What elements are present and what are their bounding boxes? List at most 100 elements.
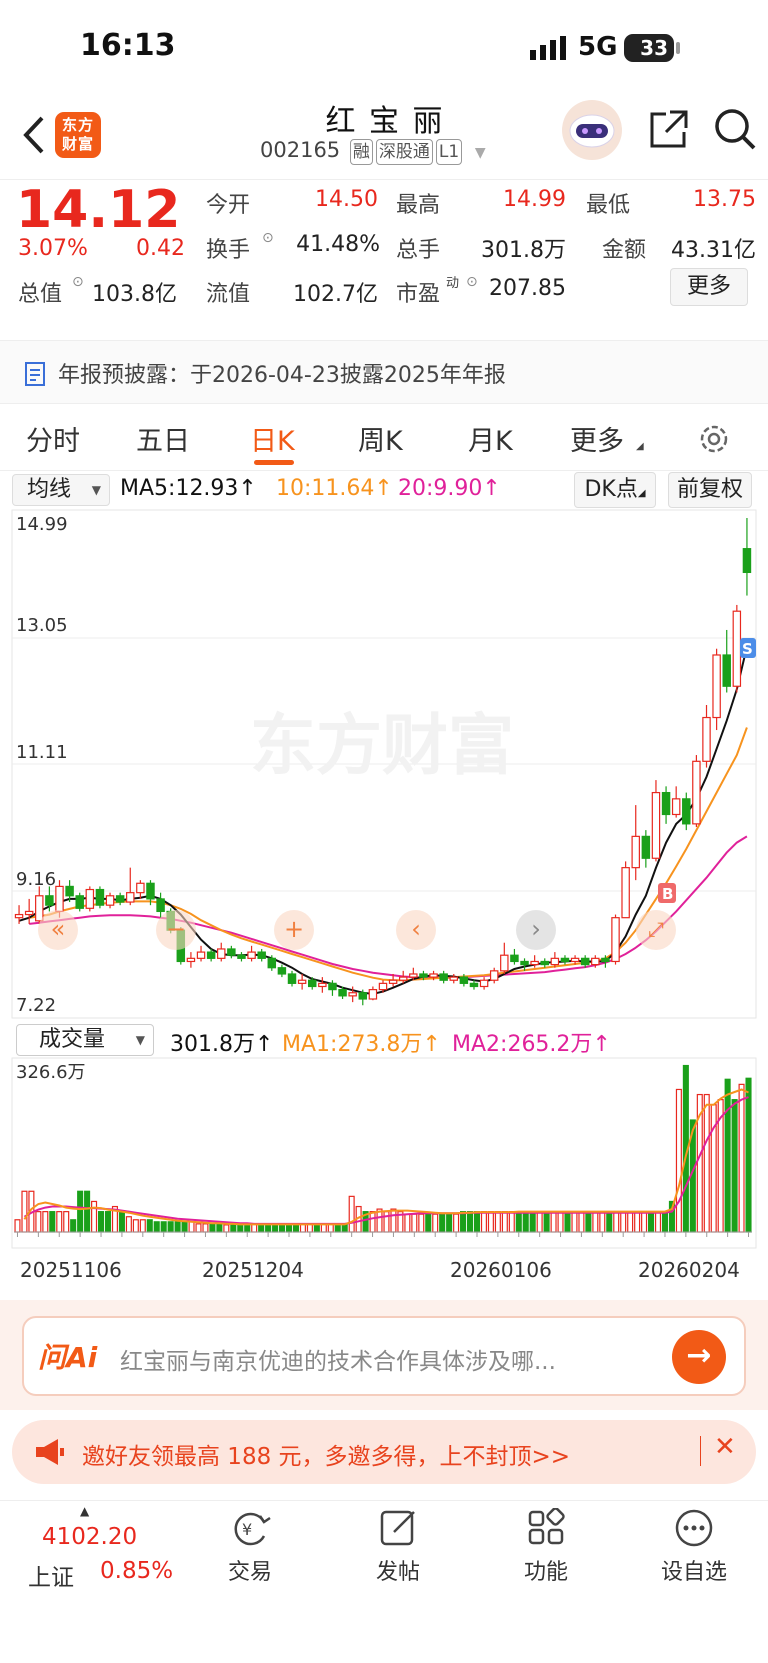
zoom-out-icon[interactable]: − <box>156 910 196 950</box>
volume-bar <box>501 1211 508 1233</box>
settings-icon[interactable] <box>694 419 734 459</box>
search-icon[interactable] <box>712 106 758 152</box>
volume-bar <box>167 1221 174 1233</box>
ma5-label: MA5:12.93↑ <box>120 476 257 501</box>
index-value[interactable]: 4102.20 <box>42 1524 137 1550</box>
volume-bar <box>188 1221 195 1233</box>
candle-body <box>570 957 580 963</box>
more-button[interactable]: 更多 <box>670 268 748 306</box>
forward-adjust-button[interactable]: 前复权 <box>668 472 752 508</box>
logo-text: 东方 财富 <box>61 116 94 153</box>
fullscreen-icon[interactable]: ⤢ <box>636 910 676 950</box>
ma5-up-arrow: ↑ <box>238 476 257 501</box>
price-axis-3: 11.11 <box>16 742 68 763</box>
open-value: 14.50 <box>315 187 378 212</box>
scroll-left-icon[interactable]: « <box>38 910 78 950</box>
buy-marker[interactable]: B <box>658 883 676 903</box>
volume-bar <box>599 1211 606 1233</box>
volume-bar <box>571 1211 578 1233</box>
candle-body <box>479 979 489 988</box>
volume-bar <box>181 1221 188 1233</box>
volume-ma2: MA2:265.2万↑ <box>452 1026 611 1058</box>
nav-functions[interactable]: 功能 <box>496 1507 596 1586</box>
prev-icon[interactable]: ‹ <box>396 910 436 950</box>
turnover-info-icon[interactable]: ⊙ <box>262 230 274 246</box>
trade-icon: ¥ <box>200 1508 300 1548</box>
candle-body <box>136 882 145 894</box>
volume-indicator-select[interactable]: 成交量 ▼ <box>16 1024 154 1056</box>
sell-marker[interactable]: S <box>740 638 756 658</box>
status-bar: 16:13 5G 33 <box>0 0 768 100</box>
volume-bar <box>536 1211 543 1233</box>
volume-chart-area[interactable]: 326.6万 <box>0 1056 768 1256</box>
volume-bar <box>97 1211 105 1233</box>
volume-bar <box>648 1211 655 1233</box>
promo-banner[interactable]: 邀好友领最高 188 元，多邀多得，上不封顶>> ✕ <box>12 1420 756 1484</box>
volume-bar <box>515 1211 522 1233</box>
ai-submit-arrow-icon[interactable]: → <box>672 1330 726 1384</box>
index-change: 0.85% <box>100 1558 174 1584</box>
candle-body <box>348 992 357 997</box>
volume-current: 301.8万↑ <box>170 1026 273 1058</box>
tab-more[interactable]: 更多 <box>570 419 624 458</box>
eastmoney-logo[interactable]: 东方 财富 <box>55 112 101 158</box>
ai-robot-avatar[interactable] <box>562 100 622 160</box>
tab-monthly-k[interactable]: 月K <box>468 419 513 458</box>
volume-bar <box>724 1078 731 1233</box>
tab-five-day[interactable]: 五日 <box>136 419 190 458</box>
volume-max-label: 326.6万 <box>16 1062 86 1083</box>
tab-weekly-k[interactable]: 周K <box>358 419 403 458</box>
index-expand-icon[interactable]: ▲ <box>80 1504 89 1518</box>
nav-post[interactable]: 发帖 <box>348 1508 448 1586</box>
code-dropdown-icon[interactable]: ▼ <box>475 145 486 161</box>
total-cap-label: 总值 <box>18 282 63 307</box>
candle-body <box>237 954 246 959</box>
volume-bar <box>606 1211 613 1233</box>
indicator-select[interactable]: 均线 ▼ <box>12 474 110 506</box>
notice-bar[interactable]: 年报预披露：于2026-04-23披露2025年年报 <box>0 340 768 404</box>
turnover-label: 换手 <box>206 238 251 263</box>
kline-chart-area[interactable]: 东方财富 14.99 13.05 11.11 9.16 7.22 B S « −… <box>0 508 768 1020</box>
volume-chart[interactable]: 326.6万 <box>0 1056 768 1256</box>
dk-point-button[interactable]: DK点◢ <box>574 472 656 508</box>
back-icon[interactable] <box>14 110 54 160</box>
share-icon[interactable] <box>646 108 690 152</box>
candle-body <box>257 951 266 959</box>
nav-add-watchlist[interactable]: 设自选 <box>644 1508 744 1586</box>
volume-bar <box>70 1219 77 1233</box>
date-label-1: 20251106 <box>20 1258 122 1282</box>
volume-bar <box>341 1224 348 1233</box>
nav-trade[interactable]: ¥ 交易 <box>200 1508 300 1586</box>
volume-bar <box>216 1223 223 1233</box>
zoom-in-icon[interactable]: + <box>274 910 314 950</box>
ai-search-bar[interactable]: 问Ai 红宝丽与南京优迪的技术合作具体涉及哪... → <box>22 1316 746 1396</box>
post-icon <box>348 1508 448 1548</box>
pe-info-icon[interactable]: ⊙ <box>466 274 478 290</box>
volume-bar <box>104 1211 112 1233</box>
volume-select-label: 成交量 <box>39 1027 106 1052</box>
candle-body <box>489 970 499 981</box>
volume-bar <box>404 1213 411 1233</box>
volume-bar <box>132 1219 139 1233</box>
ai-prompt-text: 红宝丽与南京优迪的技术合作具体涉及哪... <box>120 1349 556 1375</box>
volume-bar <box>480 1211 487 1233</box>
next-icon[interactable]: › <box>516 910 556 950</box>
promo-close-icon[interactable]: ✕ <box>714 1432 736 1462</box>
tab-daily-k[interactable]: 日K <box>250 419 295 458</box>
volume-bar <box>675 1088 682 1233</box>
chart-watermark: 东方财富 <box>250 708 514 782</box>
signal-icon <box>530 36 566 60</box>
volume-bar <box>223 1224 230 1233</box>
active-tab-indicator <box>254 460 294 465</box>
more-triangle-icon: ◢ <box>636 441 644 452</box>
float-cap-label: 流值 <box>206 282 251 307</box>
battery-tip <box>676 42 680 54</box>
tab-intraday[interactable]: 分时 <box>26 419 80 458</box>
battery-level: 33 <box>640 36 668 60</box>
volume-bar <box>661 1211 669 1233</box>
total-cap-info-icon[interactable]: ⊙ <box>72 274 84 290</box>
volume-bar <box>369 1211 376 1233</box>
volume-bar <box>237 1224 244 1233</box>
megaphone-icon <box>34 1436 66 1468</box>
candle-body <box>115 895 125 903</box>
